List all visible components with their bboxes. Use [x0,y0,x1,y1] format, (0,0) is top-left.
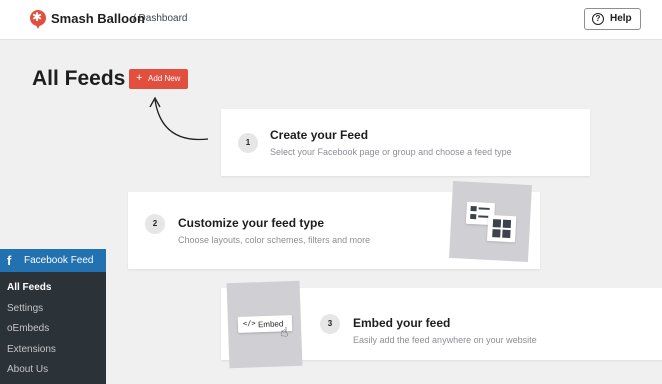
sidebar-item-all-feeds[interactable]: All Feeds [7,282,51,293]
step-number: 1 [238,133,258,153]
add-new-label: Add New [148,74,181,83]
sidebar-menu-title: Facebook Feed [24,255,94,266]
curved-arrow-icon [149,96,209,141]
hand-cursor-icon: ☝ [280,325,289,341]
plus-icon: + [136,72,143,84]
smash-balloon-logo-icon [30,9,46,26]
step-description: Select your Facebook page or group and c… [270,147,512,157]
step-card-create-feed[interactable]: 1 Create your Feed Select your Facebook … [221,109,590,176]
sidebar-item-extensions[interactable]: Extensions [7,344,56,355]
question-circle-icon: ? [592,13,604,25]
page-title: All Feeds [32,67,126,90]
layout-grid-panel [486,214,517,243]
logo-tail [36,25,40,29]
brand-name: Smash Balloon [51,11,145,26]
help-label: Help [610,13,632,24]
facebook-icon: f [7,253,12,268]
step-description: Easily add the feed anywhere on your web… [353,335,537,345]
sidebar-item-settings[interactable]: Settings [7,303,43,314]
step-title: Customize your feed type [178,216,325,230]
step-description: Choose layouts, color schemes, filters a… [178,235,371,245]
step-number: 3 [320,314,340,334]
sidebar-item-oembeds[interactable]: oEmbeds [7,323,49,334]
embed-illustration: </> Embed ☝ [226,280,303,369]
breadcrumb[interactable]: / Dashboard [133,13,187,24]
step-title: Create your Feed [270,128,369,142]
step-number: 2 [145,214,165,234]
layout-illustration [449,180,532,263]
help-button[interactable]: ? Help [584,8,641,30]
step-title: Embed your feed [353,316,451,330]
code-icon: </> [242,319,256,328]
sidebar-item-about-us[interactable]: About Us [7,364,48,375]
sidebar-menu-facebook-feed[interactable]: f Facebook Feed [0,249,106,272]
admin-sidebar: f Facebook Feed All Feeds Settings oEmbe… [0,249,106,384]
add-new-button[interactable]: + Add New [129,69,188,89]
top-bar: Smash Balloon / Dashboard ? Help [0,0,662,40]
